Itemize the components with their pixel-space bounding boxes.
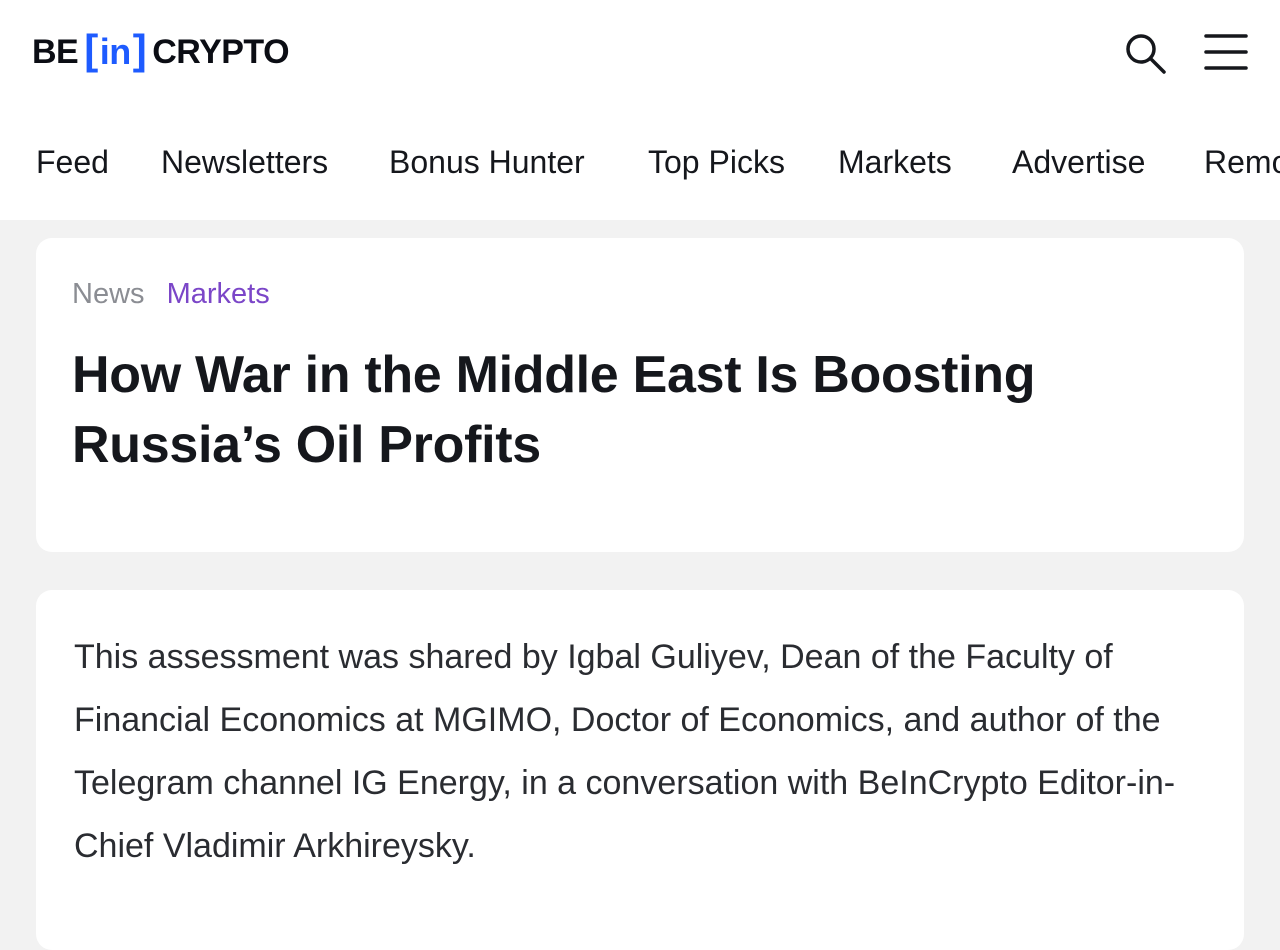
article-lead-paragraph: This assessment was shared by Igbal Guli… <box>74 638 1176 865</box>
site-header: BE [ in ] CRYPTO Feed Newsletters Bonus … <box>0 0 1280 220</box>
article-header-card: News Markets How War in the Middle East … <box>36 238 1244 552</box>
logo-in: in <box>99 31 132 72</box>
logo-bracket-close: ] <box>132 26 147 73</box>
article-title: How War in the Middle East Is Boosting R… <box>72 346 1036 474</box>
breadcrumb-markets[interactable]: Markets <box>167 278 270 310</box>
search-icon <box>1126 34 1166 74</box>
logo-bracket-open: [ <box>84 26 98 73</box>
article-body-card: This assessment was shared by Igbal Guli… <box>36 590 1244 950</box>
nav-item-newsletters[interactable]: Newsletters <box>161 144 328 181</box>
nav-item-remote[interactable]: Remo <box>1204 144 1280 181</box>
main-navigation: Feed Newsletters Bonus Hunter Top Picks … <box>0 140 1280 190</box>
logo-crypto: CRYPTO <box>152 32 290 71</box>
nav-item-feed[interactable]: Feed <box>36 144 109 181</box>
breadcrumb: News Markets <box>72 278 270 311</box>
search-button[interactable] <box>1122 30 1168 76</box>
logo-be: BE <box>32 32 79 71</box>
nav-item-markets[interactable]: Markets <box>838 144 952 181</box>
beincrypto-logo[interactable]: BE [ in ] CRYPTO <box>32 26 290 76</box>
menu-button[interactable] <box>1202 32 1248 72</box>
hamburger-menu-icon <box>1204 34 1248 70</box>
nav-item-bonus-hunter[interactable]: Bonus Hunter <box>389 144 585 181</box>
nav-item-advertise[interactable]: Advertise <box>1012 144 1145 181</box>
nav-item-top-picks[interactable]: Top Picks <box>648 144 785 181</box>
breadcrumb-news[interactable]: News <box>72 278 145 310</box>
